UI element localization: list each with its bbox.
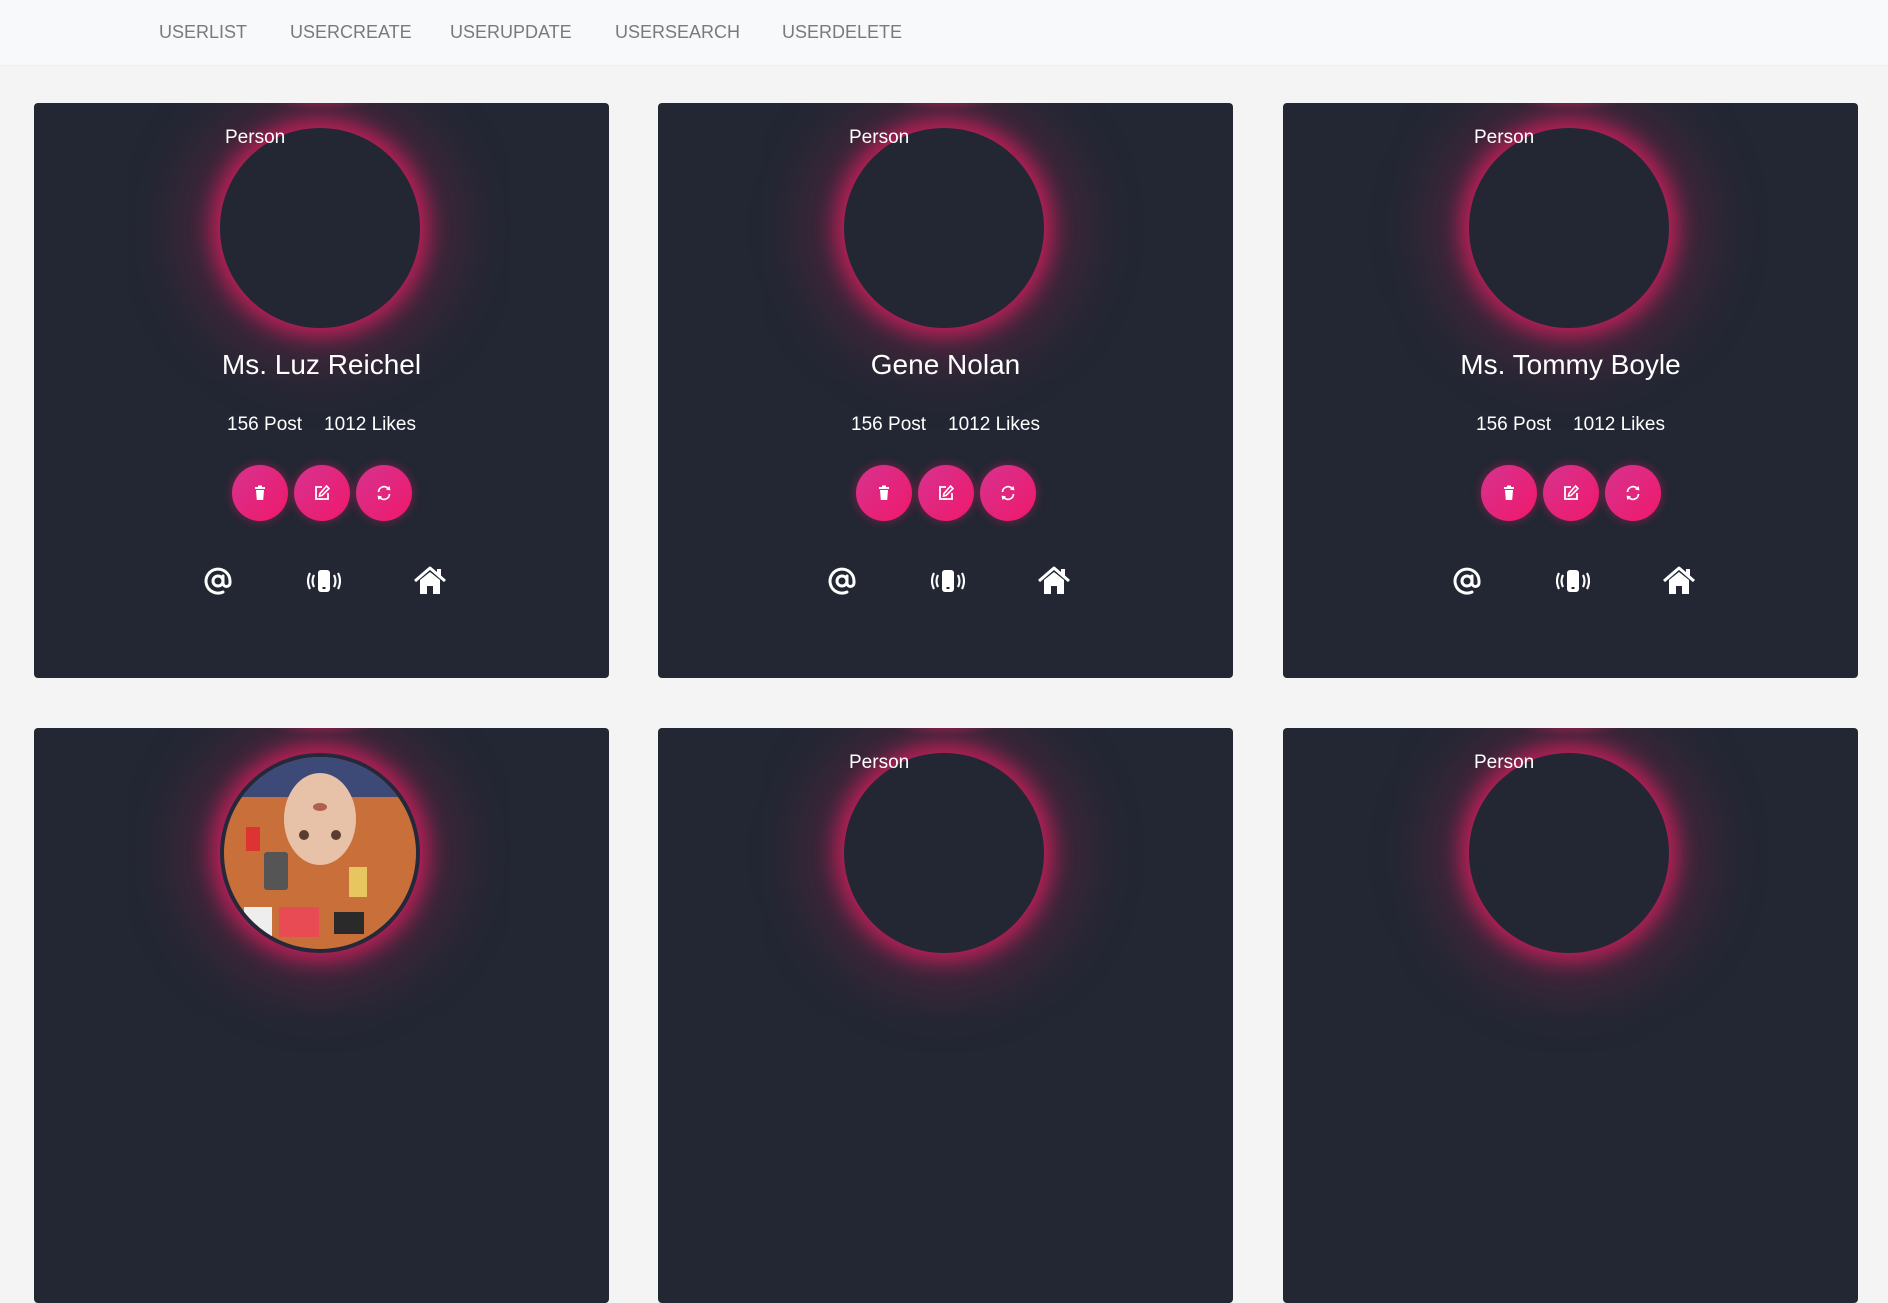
update-button[interactable]: [979, 465, 1036, 521]
trash-icon: [878, 485, 889, 500]
phone-vibrate-icon[interactable]: [307, 564, 341, 598]
post-count: 156 Post: [227, 414, 303, 435]
avatar-photo: [224, 757, 416, 949]
at-sign-icon[interactable]: [1450, 564, 1484, 598]
edit-button[interactable]: [917, 465, 974, 521]
user-stats: 156 Post 1012 Likes: [34, 414, 609, 436]
phone-vibrate-icon[interactable]: [1556, 564, 1590, 598]
contact-links: [34, 564, 609, 598]
contact-links: [1283, 564, 1858, 598]
contact-links: [658, 564, 1233, 598]
card-actions: [34, 465, 609, 521]
home-icon[interactable]: [1662, 564, 1696, 598]
avatar-alt-text: Person: [1474, 127, 1535, 148]
avatar-alt-text: Person: [225, 127, 286, 148]
avatar: [220, 753, 420, 953]
delete-button[interactable]: [231, 465, 288, 521]
avatar-alt-text: Person: [849, 127, 910, 148]
user-card: Person Gene Nolan 156 Post 1012 Likes: [658, 103, 1233, 678]
trash-icon: [254, 485, 265, 500]
card-glow: [890, 728, 1001, 736]
avatar: Person: [220, 127, 420, 328]
like-count: 1012 Likes: [324, 414, 416, 435]
post-count: 156 Post: [851, 414, 927, 435]
avatar: Person: [1469, 752, 1669, 953]
nav-usersearch[interactable]: USERSEARCH: [615, 22, 740, 43]
card-glow: [890, 103, 1001, 111]
card-glow: [1515, 728, 1626, 736]
card-actions: [658, 465, 1233, 521]
nav-usercreate[interactable]: USERCREATE: [290, 22, 412, 43]
user-stats: 156 Post 1012 Likes: [658, 414, 1233, 436]
refresh-icon: [1626, 485, 1639, 501]
avatar: Person: [844, 752, 1044, 953]
nav-userupdate[interactable]: USERUPDATE: [450, 22, 572, 43]
home-icon[interactable]: [1037, 564, 1071, 598]
edit-icon: [314, 484, 330, 500]
user-card: Person Ms. Luz Reichel 156 Post 1012 Likes: [34, 103, 609, 678]
card-glow: [1515, 103, 1626, 111]
user-stats: 156 Post 1012 Likes: [1283, 414, 1858, 436]
update-button[interactable]: [1604, 465, 1661, 521]
edit-icon: [1563, 484, 1579, 500]
like-count: 1012 Likes: [1573, 414, 1665, 435]
avatar-alt-text: Person: [1474, 752, 1535, 773]
edit-button[interactable]: [293, 465, 350, 521]
delete-button[interactable]: [1480, 465, 1537, 521]
user-card: [34, 728, 609, 1303]
refresh-icon: [1001, 485, 1014, 501]
avatar: Person: [844, 127, 1044, 328]
trash-icon: [1503, 485, 1514, 500]
user-card: Person Ms. Tommy Boyle 156 Post 1012 Likes: [1283, 103, 1858, 678]
nav-userdelete[interactable]: USERDELETE: [782, 22, 902, 43]
user-name: Ms. Luz Reichel: [221, 349, 422, 380]
post-count: 156 Post: [1476, 414, 1552, 435]
user-card: Person: [1283, 728, 1858, 1303]
update-button[interactable]: [355, 465, 412, 521]
edit-button[interactable]: [1542, 465, 1599, 521]
home-icon[interactable]: [413, 564, 447, 598]
phone-vibrate-icon[interactable]: [931, 564, 965, 598]
card-glow: [266, 103, 377, 111]
at-sign-icon[interactable]: [825, 564, 859, 598]
card-actions: [1283, 465, 1858, 521]
refresh-icon: [377, 485, 390, 501]
at-sign-icon[interactable]: [201, 564, 235, 598]
user-name: Ms. Tommy Boyle: [1460, 349, 1681, 380]
card-glow: [266, 728, 377, 736]
avatar-alt-text: Person: [849, 752, 910, 773]
top-navbar: USERLIST USERCREATE USERUPDATE USERSEARC…: [0, 0, 1888, 66]
delete-button[interactable]: [855, 465, 912, 521]
avatar: Person: [1469, 127, 1669, 328]
user-card: Person: [658, 728, 1233, 1303]
nav-userlist[interactable]: USERLIST: [159, 22, 247, 43]
user-name: Gene Nolan: [870, 349, 1021, 380]
like-count: 1012 Likes: [948, 414, 1040, 435]
edit-icon: [938, 484, 954, 500]
